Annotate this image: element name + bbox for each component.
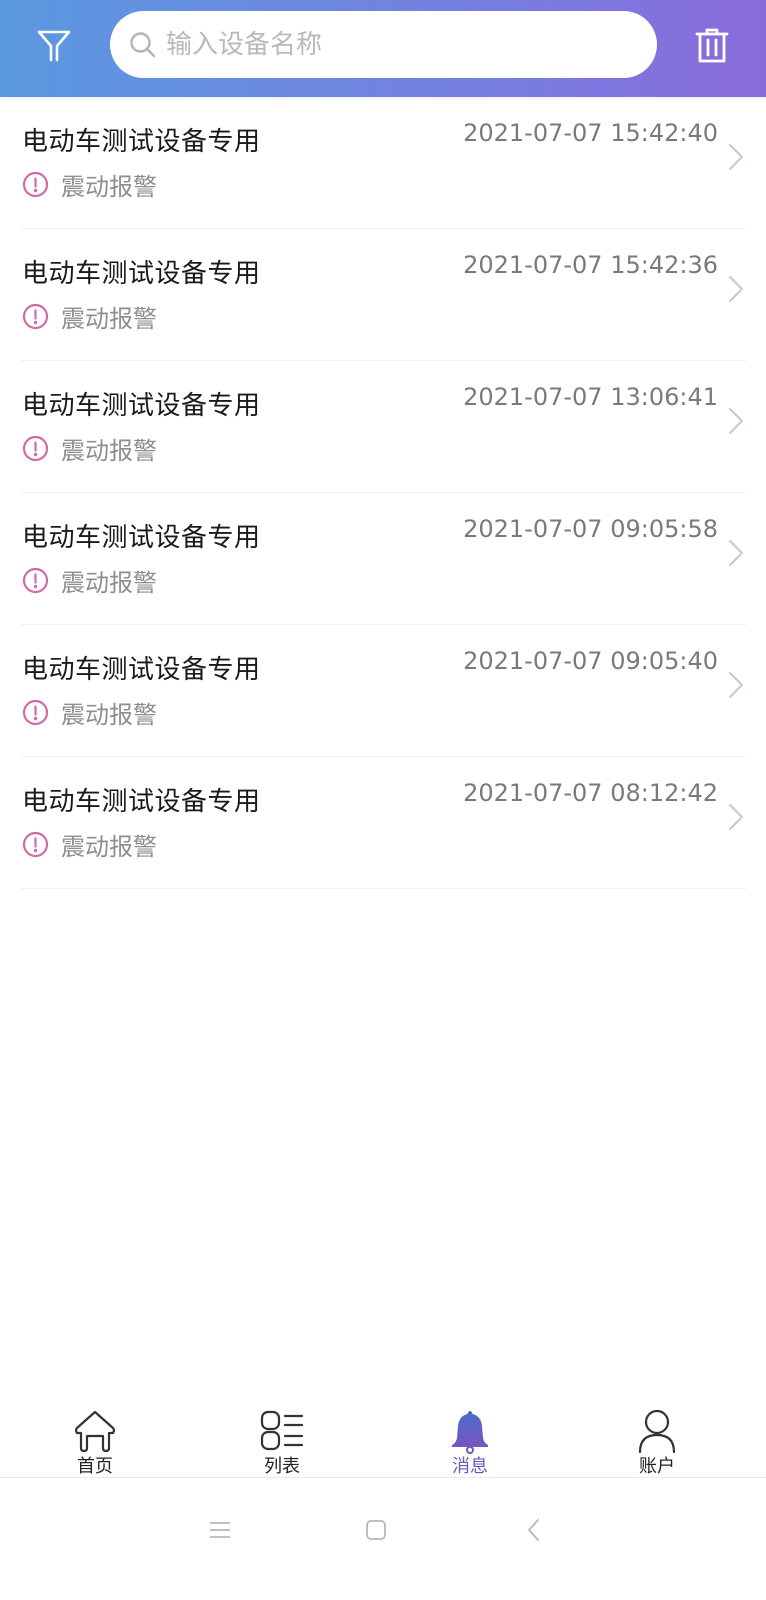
- chevron-right-icon: [728, 275, 744, 303]
- alert-type-label: 震动报警: [61, 833, 157, 861]
- message-row[interactable]: 电动车测试设备专用 2021-07-07 13:06:41 震动报警: [20, 361, 746, 493]
- device-name: 电动车测试设备专用: [22, 127, 261, 157]
- message-row[interactable]: 电动车测试设备专用 2021-07-07 15:42:40 震动报警: [20, 97, 746, 229]
- message-list: 电动车测试设备专用 2021-07-07 15:42:40 震动报警 电动车测试…: [0, 97, 766, 889]
- message-row[interactable]: 电动车测试设备专用 2021-07-07 09:05:58 震动报警: [20, 493, 746, 625]
- tab-home-label: 首页: [77, 1456, 113, 1477]
- alert-circle-icon: [22, 831, 49, 858]
- alert-type: 震动报警: [22, 299, 157, 334]
- trash-icon: [695, 28, 729, 63]
- chevron-right-icon: [728, 407, 744, 435]
- alert-type-label: 震动报警: [61, 305, 157, 333]
- chevron-right-icon: [728, 803, 744, 831]
- delete-all-button[interactable]: [688, 22, 736, 70]
- alert-circle-icon: [22, 171, 49, 198]
- bottom-tab-bar: 首页 列表 消息 账户: [0, 1400, 766, 1478]
- device-name: 电动车测试设备专用: [22, 655, 261, 685]
- list-icon: [260, 1410, 304, 1451]
- device-name: 电动车测试设备专用: [22, 523, 261, 553]
- chevron-right-icon: [728, 143, 744, 171]
- message-time: 2021-07-07 13:06:41: [463, 383, 718, 411]
- search-box[interactable]: [110, 11, 657, 78]
- message-time: 2021-07-07 09:05:40: [463, 647, 718, 675]
- tab-messages-label: 消息: [452, 1456, 488, 1477]
- tab-account-label: 账户: [639, 1456, 675, 1477]
- device-name: 电动车测试设备专用: [22, 391, 261, 421]
- home-system-button[interactable]: [356, 1510, 396, 1550]
- alert-type: 震动报警: [22, 695, 157, 730]
- alert-type-label: 震动报警: [61, 701, 157, 729]
- back-icon: [528, 1519, 539, 1541]
- tab-account[interactable]: 账户: [597, 1400, 717, 1478]
- tab-list-label: 列表: [264, 1456, 300, 1477]
- message-time: 2021-07-07 09:05:58: [463, 515, 718, 543]
- message-time: 2021-07-07 15:42:40: [463, 119, 718, 147]
- message-row[interactable]: 电动车测试设备专用 2021-07-07 08:12:42 震动报警: [20, 757, 746, 889]
- message-time: 2021-07-07 08:12:42: [463, 779, 718, 807]
- chevron-right-icon: [728, 671, 744, 699]
- user-icon: [638, 1409, 676, 1454]
- alert-type: 震动报警: [22, 167, 157, 202]
- alert-type: 震动报警: [22, 431, 157, 466]
- alert-circle-icon: [22, 435, 49, 462]
- alert-circle-icon: [22, 303, 49, 330]
- filter-icon: [37, 30, 71, 62]
- filter-button[interactable]: [30, 22, 78, 70]
- alert-circle-icon: [22, 567, 49, 594]
- tab-messages[interactable]: 消息: [410, 1400, 530, 1478]
- device-search-input[interactable]: [166, 29, 626, 60]
- bell-icon: [452, 1411, 488, 1454]
- recent-apps-button[interactable]: [200, 1510, 240, 1550]
- device-name: 电动车测试设备专用: [22, 787, 261, 817]
- home-square-icon: [366, 1520, 386, 1540]
- alert-circle-icon: [22, 699, 49, 726]
- system-nav-bar: [0, 1478, 766, 1600]
- home-icon: [74, 1410, 116, 1453]
- search-icon: [130, 31, 156, 57]
- menu-icon: [210, 1522, 230, 1538]
- device-name: 电动车测试设备专用: [22, 259, 261, 289]
- chevron-right-icon: [728, 539, 744, 567]
- tab-list[interactable]: 列表: [222, 1400, 342, 1478]
- alert-type-label: 震动报警: [61, 173, 157, 201]
- message-row[interactable]: 电动车测试设备专用 2021-07-07 15:42:36 震动报警: [20, 229, 746, 361]
- message-time: 2021-07-07 15:42:36: [463, 251, 718, 279]
- alert-type: 震动报警: [22, 563, 157, 598]
- message-row[interactable]: 电动车测试设备专用 2021-07-07 09:05:40 震动报警: [20, 625, 746, 757]
- app-header: [0, 0, 766, 97]
- alert-type-label: 震动报警: [61, 569, 157, 597]
- alert-type-label: 震动报警: [61, 437, 157, 465]
- tab-home[interactable]: 首页: [35, 1400, 155, 1478]
- back-button[interactable]: [514, 1510, 554, 1550]
- alert-type: 震动报警: [22, 827, 157, 862]
